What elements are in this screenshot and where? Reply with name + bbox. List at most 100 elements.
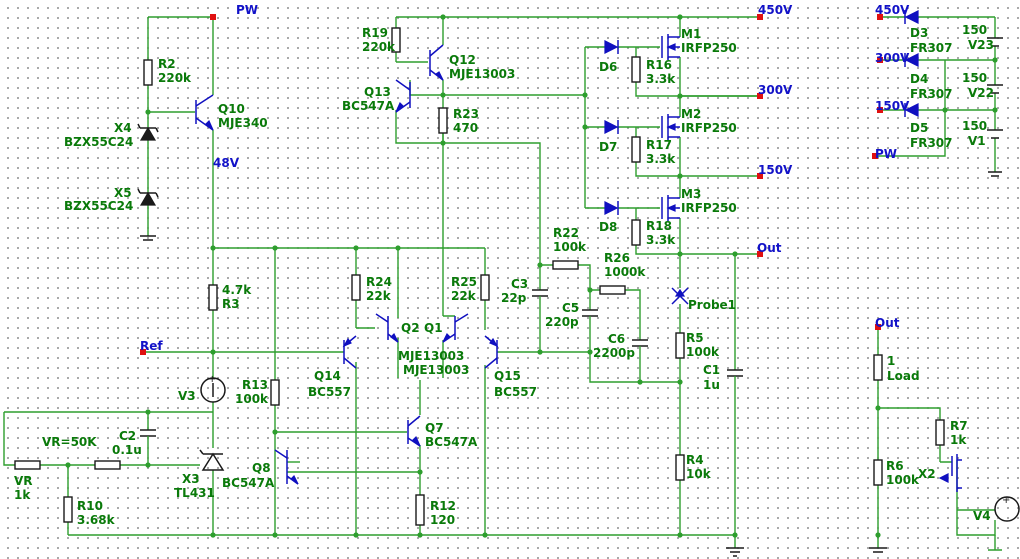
net-label-pw: PW <box>236 3 258 17</box>
q7-ref: Q7 <box>425 421 444 435</box>
r3-val: 4.7k <box>222 283 252 297</box>
q12-ref: Q12 <box>449 53 476 67</box>
x3-ref: X3 <box>182 472 200 486</box>
d5-ref: D5 <box>910 121 928 135</box>
q13-ref: Q13 <box>364 85 391 99</box>
net-label-right-pw: PW <box>875 147 897 161</box>
r17-val: 3.3k <box>646 152 676 166</box>
x4-ref: X4 <box>114 121 132 135</box>
diode-d8-icon <box>604 201 619 215</box>
v3-ref: V3 <box>178 389 196 403</box>
resistor-r22 <box>552 260 579 270</box>
c5-ref: C5 <box>562 301 579 315</box>
x5-val: BZX55C24 <box>64 199 133 213</box>
vr-param: VR=50K <box>42 435 97 449</box>
r13-ref: R13 <box>242 378 268 392</box>
r26-ref: R26 <box>604 251 630 265</box>
npn-q1-icon <box>442 313 469 343</box>
diode-d7-icon <box>604 120 619 134</box>
resistor-r3 <box>208 284 218 311</box>
m2-ref: M2 <box>681 107 701 121</box>
resistor-r17 <box>631 136 641 163</box>
q2q1-model-a: MJE13003 <box>398 349 464 363</box>
net-label-48v: 48V <box>213 156 240 170</box>
v22-ref: V22 <box>968 86 994 100</box>
m3-val: IRFP250 <box>681 201 737 215</box>
q10-val: MJE340 <box>218 116 268 130</box>
resistor-r10 <box>63 496 73 523</box>
q15-ref: Q15 <box>494 369 521 383</box>
pnp-q14-icon <box>342 335 357 369</box>
r4-val: 10k <box>686 467 712 481</box>
resistor-r7 <box>935 419 945 446</box>
resistor-r23 <box>438 107 448 134</box>
resistor-r12 <box>415 494 425 526</box>
v1-val: 150 <box>962 119 987 133</box>
r3-ref: R3 <box>222 297 240 311</box>
m1-ref: M1 <box>681 27 701 41</box>
q2-ref: Q2 <box>401 321 420 335</box>
r6-ref: R6 <box>886 459 904 473</box>
v1-ref: V1 <box>968 134 986 148</box>
q13-val: BC547A <box>342 99 395 113</box>
diode-d6-icon <box>604 40 619 54</box>
x3-val: TL431 <box>174 486 215 500</box>
resistor-vr-b <box>94 460 121 470</box>
net-label-load-out: Out <box>875 316 900 330</box>
r19-ref: R19 <box>362 26 388 40</box>
r16-val: 3.3k <box>646 72 676 86</box>
c2-ref: C2 <box>119 429 136 443</box>
r25-ref: R25 <box>451 275 477 289</box>
resistor-r24 <box>351 274 361 301</box>
net-label-right-300v: 300V <box>875 51 910 65</box>
r7-val: 1k <box>950 433 967 447</box>
r19-val: 220k <box>362 40 396 54</box>
d5-val: FR307 <box>910 136 953 150</box>
npn-q7-icon <box>407 415 421 447</box>
r5-ref: R5 <box>686 331 704 345</box>
net-label-300v: 300V <box>758 83 793 97</box>
r10-ref: R10 <box>77 499 103 513</box>
net-label-150v: 150V <box>758 163 793 177</box>
resistor-vr <box>14 460 41 470</box>
net-label-right-450v: 450V <box>875 3 910 17</box>
load-val: 1 <box>887 354 895 368</box>
c6-ref: C6 <box>608 332 625 346</box>
r22-ref: R22 <box>553 226 579 240</box>
r24-ref: R24 <box>366 275 392 289</box>
r6-val: 100k <box>886 473 920 487</box>
capacitor-c3 <box>532 289 548 297</box>
r4-ref: R4 <box>686 453 704 467</box>
r13-val: 100k <box>235 392 269 406</box>
c5-val: 220p <box>545 315 579 329</box>
d6-ref: D6 <box>599 60 617 74</box>
r10-val: 3.68k <box>77 513 116 527</box>
resistor-r5 <box>675 332 685 359</box>
transistors <box>195 34 962 492</box>
mosfet-m3-icon <box>661 195 680 221</box>
net-label-ref: Ref <box>140 339 163 353</box>
resistor-r6 <box>873 459 883 486</box>
q12-val: MJE13003 <box>449 67 515 81</box>
d3-val: FR307 <box>910 41 953 55</box>
r5-val: 100k <box>686 345 720 359</box>
d7-ref: D7 <box>599 140 617 154</box>
c1-val: 1u <box>703 378 720 392</box>
r18-val: 3.3k <box>646 233 676 247</box>
c2-val: 0.1u <box>112 443 142 457</box>
mosfet-m2-icon <box>661 114 680 140</box>
q7-val: BC547A <box>425 435 478 449</box>
npn-q2-icon <box>375 313 399 343</box>
npn-q13-icon <box>395 79 411 113</box>
q15-val: BC557 <box>494 385 537 399</box>
resistors <box>14 27 945 526</box>
d4-ref: D4 <box>910 72 928 86</box>
resistor-r25 <box>480 274 490 301</box>
r16-ref: R16 <box>646 58 672 72</box>
schematic-canvas[interactable]: + + PW 48V 450V 300V 150V Out Ref 450V 3… <box>0 0 1020 559</box>
diodes <box>137 10 919 215</box>
r7-ref: R7 <box>950 419 968 433</box>
resistor-load <box>873 354 883 381</box>
r18-ref: R18 <box>646 219 672 233</box>
junctions <box>65 14 998 538</box>
